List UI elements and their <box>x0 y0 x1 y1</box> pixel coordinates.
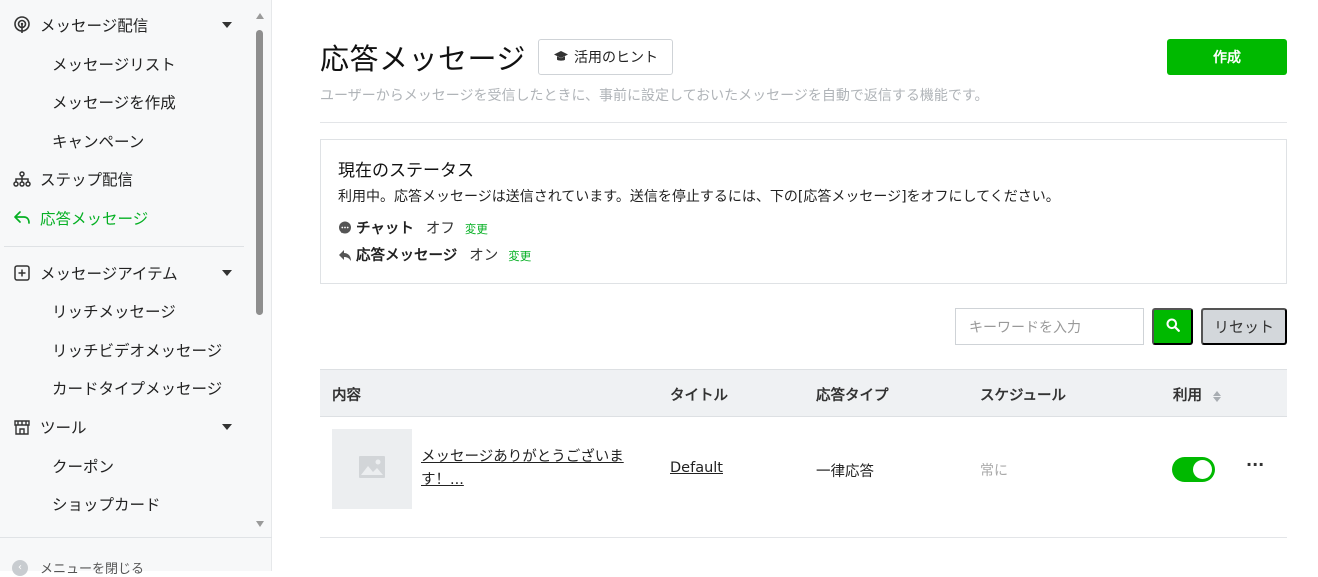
column-header-title: タイトル <box>670 388 728 404</box>
page-description: ユーザーからメッセージを受信したときに、事前に設定しておいたメッセージを自動で返… <box>320 88 989 104</box>
add-box-icon <box>12 263 32 283</box>
sidebar-item-message-items[interactable]: メッセージアイテム <box>0 255 258 291</box>
sidebar-item-label: ステップ配信 <box>40 171 134 189</box>
status-title: 現在のステータス <box>338 161 474 181</box>
sidebar-item-tools[interactable]: ツール <box>0 409 258 445</box>
sidebar: メッセージ配信 メッセージリスト メッセージを作成 キャンペーン ステップ配信 … <box>0 0 272 577</box>
sidebar-item-label: メッセージアイテム <box>40 265 178 283</box>
column-header-content: 内容 <box>332 388 361 404</box>
sidebar-item-label: メッセージリスト <box>52 56 176 74</box>
close-menu-button[interactable]: ‹ メニューを閉じる <box>12 558 144 577</box>
sidebar-item-label: リッチビデオメッセージ <box>52 342 223 360</box>
create-button[interactable]: 作成 <box>1167 39 1287 75</box>
sidebar-item-rich-message[interactable]: リッチメッセージ <box>0 293 258 329</box>
main-content: 応答メッセージ 活用のヒント 作成 ユーザーからメッセージを受信したときに、事前… <box>272 0 1318 571</box>
divider <box>320 122 1287 123</box>
message-thumbnail <box>332 429 412 509</box>
more-options-icon[interactable]: ··· <box>1246 455 1264 474</box>
chat-bubble-icon <box>338 221 352 235</box>
search-input[interactable]: キーワードを入力 <box>955 308 1144 345</box>
sidebar-item-step-delivery[interactable]: ステップ配信 <box>0 161 258 197</box>
search-icon <box>1166 318 1180 335</box>
chevron-down-icon <box>222 22 232 28</box>
sidebar-item-label: リッチメッセージ <box>52 303 176 321</box>
search-button[interactable] <box>1152 308 1193 345</box>
reply-icon <box>338 248 352 262</box>
sidebar-item-card-type[interactable]: カードタイプメッセージ <box>0 370 258 406</box>
response-change-link[interactable]: 変更 <box>508 248 531 264</box>
page-title: 応答メッセージ <box>320 42 526 76</box>
sidebar-item-rich-video[interactable]: リッチビデオメッセージ <box>0 332 258 368</box>
sidebar-item-label: キャンペーン <box>52 133 145 151</box>
response-status-row: 応答メッセージ オン 変更 <box>338 244 531 265</box>
scroll-up-arrow-icon[interactable] <box>256 13 264 19</box>
hierarchy-icon <box>12 169 32 189</box>
status-text: 利用中。応答メッセージは送信されています。送信を停止するには、下の[応答メッセー… <box>338 189 1060 205</box>
scroll-thumb[interactable] <box>256 30 263 315</box>
column-header-type: 応答タイプ <box>816 388 889 404</box>
chevron-down-icon <box>222 270 232 276</box>
sidebar-divider <box>4 246 244 247</box>
chevron-down-icon <box>222 424 232 430</box>
sidebar-item-label: カードタイプメッセージ <box>52 380 223 398</box>
enabled-toggle[interactable] <box>1172 457 1215 482</box>
chevron-left-icon: ‹ <box>12 559 28 576</box>
sidebar-item-label: クーポン <box>52 458 115 476</box>
sidebar-item-label: ショップカード <box>52 496 161 514</box>
close-menu-label: メニューを閉じる <box>40 562 145 577</box>
chat-label: チャット <box>356 221 414 237</box>
sidebar-item-label: メッセージ配信 <box>40 17 149 35</box>
sort-icon[interactable] <box>1213 390 1222 402</box>
hint-button[interactable]: 活用のヒント <box>538 39 673 75</box>
chat-status-row: チャット オフ 変更 <box>338 217 488 238</box>
response-type: 一律応答 <box>816 464 874 480</box>
graduation-cap-icon <box>553 50 569 64</box>
chat-change-link[interactable]: 変更 <box>465 221 488 237</box>
hint-label: 活用のヒント <box>574 49 658 65</box>
sidebar-item-message-list[interactable]: メッセージリスト <box>0 46 258 82</box>
sidebar-item-coupon[interactable]: クーポン <box>0 448 258 484</box>
scroll-down-arrow-icon[interactable] <box>256 521 264 527</box>
status-panel: 現在のステータス 利用中。応答メッセージは送信されています。送信を停止するには、… <box>320 139 1287 284</box>
sidebar-item-label: ツール <box>40 419 87 437</box>
sidebar-item-campaign[interactable]: キャンペーン <box>0 123 258 159</box>
toggle-knob <box>1193 460 1212 479</box>
store-icon <box>12 417 32 437</box>
schedule: 常に <box>980 463 1008 479</box>
sidebar-item-message-delivery[interactable]: メッセージ配信 <box>0 7 258 43</box>
column-header-enabled-label: 利用 <box>1173 388 1202 404</box>
broadcast-icon <box>12 15 32 35</box>
sidebar-item-shop-card[interactable]: ショップカード <box>0 486 258 522</box>
sidebar-footer: ‹ メニューを閉じる <box>0 537 272 577</box>
sidebar-item-label: 応答メッセージ <box>40 210 149 228</box>
reply-icon <box>12 208 32 228</box>
message-title-link[interactable]: Default <box>670 460 723 476</box>
table-header: 内容 タイトル 応答タイプ スケジュール 利用 <box>320 369 1287 417</box>
response-label: 応答メッセージ <box>356 248 458 264</box>
image-placeholder-icon <box>358 455 386 483</box>
column-header-schedule: スケジュール <box>980 388 1066 404</box>
column-header-enabled[interactable]: 利用 <box>1173 384 1222 405</box>
reset-button[interactable]: リセット <box>1201 308 1287 345</box>
table-row: メッセージありがとうございます！... Default 一律応答 常に ··· <box>320 417 1287 538</box>
sidebar-item-label: メッセージを作成 <box>52 94 176 112</box>
response-value: オン <box>469 248 499 264</box>
sidebar-item-auto-response[interactable]: 応答メッセージ <box>0 200 258 236</box>
sidebar-scrollbar[interactable] <box>254 0 266 538</box>
chat-value: オフ <box>425 221 455 237</box>
message-content-link[interactable]: メッセージありがとうございます！... <box>421 446 641 492</box>
sidebar-item-create-message[interactable]: メッセージを作成 <box>0 84 258 120</box>
